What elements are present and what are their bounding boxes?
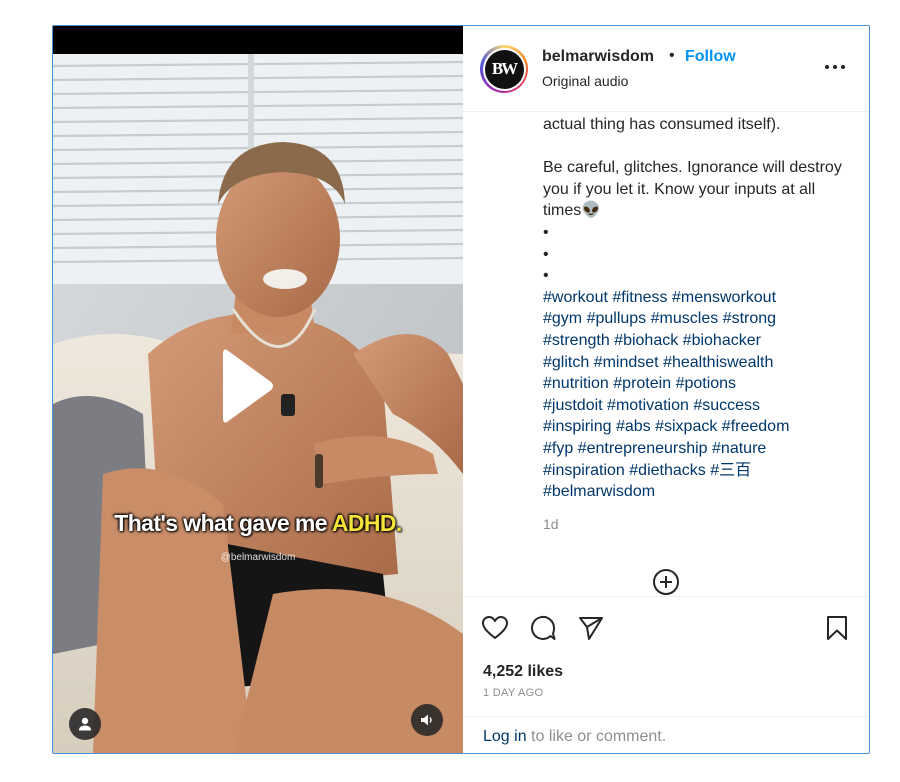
volume-icon [421, 714, 432, 726]
hashtag-line: #strength #biohack #biohacker [543, 330, 843, 352]
hashtag-line: #inspiration #diethacks #三百 [543, 460, 843, 482]
caption-dot: • [543, 223, 549, 241]
post-caption: actual thing has consumed itself). Be ca… [543, 114, 843, 503]
reel-video[interactable]: That's what gave me ADHD. @belmarwisdom [53, 26, 463, 753]
hashtag-link[interactable]: #success [693, 397, 760, 414]
hashtag-link[interactable]: #glitch [543, 354, 589, 371]
hashtag-link[interactable]: #inspiration [543, 462, 625, 479]
caption-paragraph: Be careful, glitches. Ignorance will des… [543, 159, 842, 220]
caption-line: actual thing has consumed itself). [543, 116, 781, 133]
hashtag-link[interactable]: #strong [723, 310, 776, 327]
original-audio-link[interactable]: Original audio [542, 73, 628, 89]
video-top-bar [53, 26, 463, 54]
user-icon [79, 717, 91, 731]
hashtag-link[interactable]: #motivation [607, 397, 689, 414]
hashtag-link[interactable]: #justdoit [543, 397, 603, 414]
caption-dot: • [543, 267, 549, 285]
play-button[interactable] [221, 346, 275, 426]
post-time-ago: 1d [543, 516, 559, 532]
follow-button[interactable]: Follow [685, 48, 736, 66]
login-prompt-text: to like or comment. [526, 728, 667, 745]
hashtag-link[interactable]: #fitness [612, 289, 667, 306]
hashtag-link[interactable]: #workout [543, 289, 608, 306]
hashtag-link[interactable]: #fyp [543, 440, 573, 457]
avatar[interactable]: BW [480, 45, 528, 93]
bookmark-icon[interactable] [823, 614, 851, 642]
hashtag-link[interactable]: #nature [712, 440, 766, 457]
hashtag-link[interactable]: #strength [543, 332, 610, 349]
hashtag-line: #inspiring #abs #sixpack #freedom [543, 416, 843, 438]
hashtag-line: #glitch #mindset #healthiswealth [543, 352, 843, 374]
heart-icon[interactable] [481, 614, 509, 642]
hashtag-line: #workout #fitness #mensworkout [543, 287, 843, 309]
hashtag-line: #justdoit #motivation #success [543, 395, 843, 417]
login-link[interactable]: Log in [483, 728, 527, 745]
post-side-panel: BW belmarwisdom • Follow Original audio … [463, 26, 869, 753]
hashtag-link[interactable]: #mensworkout [672, 289, 776, 306]
hashtag-link[interactable]: #protein [613, 375, 671, 392]
login-prompt: Log in to like or comment. [463, 716, 869, 753]
more-icon[interactable] [823, 57, 847, 77]
hashtag-link[interactable]: #三百 [710, 462, 751, 479]
hashtag-link[interactable]: #healthiswealth [663, 354, 773, 371]
tagged-users-button[interactable] [69, 708, 101, 740]
audio-toggle-button[interactable] [411, 704, 443, 736]
instagram-post: That's what gave me ADHD. @belmarwisdom … [52, 25, 870, 754]
hashtag-link[interactable]: #freedom [722, 418, 790, 435]
hashtag-list: #workout #fitness #mensworkout #gym #pull… [543, 287, 843, 503]
hashtag-link[interactable]: #biohacker [683, 332, 761, 349]
post-header: BW belmarwisdom • Follow Original audio [463, 26, 869, 112]
hashtag-link[interactable]: #potions [676, 375, 737, 392]
hashtag-line: #nutrition #protein #potions [543, 373, 843, 395]
video-caption-text: That's what gave me [114, 510, 332, 536]
hashtag-link[interactable]: #diethacks [629, 462, 706, 479]
avatar-image: BW [484, 49, 524, 89]
share-icon[interactable] [577, 614, 605, 642]
username-link[interactable]: belmarwisdom [542, 48, 654, 66]
hashtag-line: #gym #pullups #muscles #strong [543, 308, 843, 330]
hashtag-link[interactable]: #mindset [594, 354, 659, 371]
hashtag-link[interactable]: #abs [616, 418, 651, 435]
caption-dot: • [543, 245, 549, 263]
hashtag-link[interactable]: #sixpack [655, 418, 717, 435]
avatar-border: BW [482, 47, 526, 91]
hashtag-link[interactable]: #biohack [614, 332, 678, 349]
play-icon [223, 349, 273, 423]
likes-count[interactable]: 4,252 likes [483, 663, 563, 681]
video-watermark: @belmarwisdom [220, 552, 296, 563]
hashtag-link[interactable]: #entrepreneurship [578, 440, 708, 457]
video-caption-highlight: ADHD. [331, 510, 402, 536]
comment-icon[interactable] [529, 614, 557, 642]
video-caption: That's what gave me ADHD. [53, 510, 463, 537]
add-icon[interactable] [651, 567, 681, 597]
hashtag-line: #belmarwisdom [543, 481, 843, 503]
hashtag-link[interactable]: #inspiring [543, 418, 611, 435]
hashtag-link[interactable]: #muscles [651, 310, 719, 327]
hashtag-link[interactable]: #nutrition [543, 375, 609, 392]
hashtag-link[interactable]: #belmarwisdom [543, 483, 655, 500]
post-date: 1 DAY AGO [483, 687, 544, 699]
hashtag-line: #fyp #entrepreneurship #nature [543, 438, 843, 460]
hashtag-link[interactable]: #gym [543, 310, 582, 327]
hashtag-link[interactable]: #pullups [587, 310, 647, 327]
action-bar: 4,252 likes 1 DAY AGO Log in to like or … [463, 596, 869, 753]
header-separator: • [669, 47, 675, 64]
